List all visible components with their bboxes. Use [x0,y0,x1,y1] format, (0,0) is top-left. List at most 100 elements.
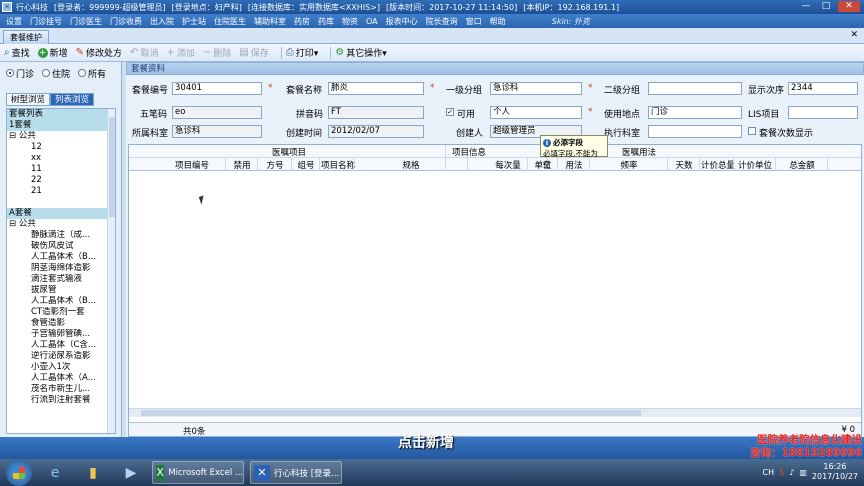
column-header[interactable]: 总金额 [777,159,827,171]
grid-horizontal-scrollbar[interactable] [129,408,861,417]
count-display-checkbox[interactable] [748,127,756,135]
tree-node[interactable]: 茂名市新生儿... [7,384,108,395]
volume-icon[interactable]: ♪ [789,468,794,477]
save-button[interactable]: ▤ 保存 [239,46,268,59]
group1-field[interactable]: 急诊科 [490,82,582,95]
column-header[interactable]: 禁用 [227,159,257,171]
place-field[interactable]: 门诊 [648,106,742,119]
tree-node[interactable]: 11 [7,164,108,175]
tree-node[interactable]: 拔尿管 [7,285,108,296]
menu-item-help[interactable]: 帮助 [486,16,510,27]
tree-node[interactable]: 人工晶体术（B... [7,296,108,307]
column-header[interactable]: 天数 [669,159,699,171]
tab-tree-view[interactable]: 树型浏览 [6,93,51,106]
wubi-field[interactable]: eo [172,106,262,119]
start-button[interactable] [6,459,32,486]
scroll-thumb[interactable] [141,410,641,416]
menu-item-admission[interactable]: 出入院 [146,16,178,27]
tree-node[interactable]: CT造影剂一套 [7,307,108,318]
group2-field[interactable] [648,82,742,95]
menu-item-nurse-station[interactable]: 护士站 [178,16,210,27]
minimize-button[interactable]: — [798,1,814,12]
add-button[interactable]: + 添加 [166,46,194,59]
tree-node[interactable]: A套餐 [7,208,108,219]
tree-scrollbar[interactable] [107,109,115,433]
tree-node[interactable]: 食管造影 [7,318,108,329]
column-header[interactable]: 方号 [259,159,291,171]
close-window-button[interactable]: ✕ [838,1,860,12]
skin-selector[interactable]: Skin: 扑克 [548,16,594,27]
tree-node[interactable]: xx [7,153,108,164]
tree-node[interactable]: 行流到注射套餐 [7,395,108,406]
menu-item-outpatient-doctor[interactable]: 门诊医生 [66,16,106,27]
name-field[interactable]: 肺炎 [328,82,424,95]
taskbar-excel[interactable]: X Microsoft Excel ... [152,461,244,484]
scroll-thumb[interactable] [109,117,115,217]
menu-item-pharmacy[interactable]: 药房 [290,16,314,27]
tree-node[interactable]: 12 [7,142,108,153]
folder-icon[interactable]: ▮ [78,462,108,484]
tree-node[interactable]: 阴茎海绵体造影 [7,263,108,274]
column-header[interactable]: 组号 [293,159,319,171]
network-icon[interactable]: ▥ [799,468,807,477]
order-field[interactable]: 2344 [788,82,858,95]
usable-checkbox[interactable]: ✓ [446,108,454,116]
new-button[interactable]: + 新增 [37,46,68,59]
column-header[interactable]: 计价总量 [701,159,735,171]
input-language[interactable]: CH [763,468,775,477]
exec-dept-field[interactable] [648,125,742,138]
other-operations-button[interactable]: ⚙ 其它操作▾ [335,46,387,59]
tab-package-maintenance[interactable]: 套餐维护 [3,30,49,44]
personal-field[interactable]: 个人 [490,106,582,119]
tree-node[interactable]: 逆行泌尿系造影 [7,351,108,362]
cancel-button[interactable]: ↶ 取消 [130,46,158,59]
menu-item-report-center[interactable]: 报表中心 [382,16,422,27]
taskbar-hospital-app[interactable]: ✕ 行心科技 [登录... [250,461,342,484]
column-header[interactable]: 每次量 [489,159,527,171]
menu-item-inpatient-doctor[interactable]: 住院医生 [210,16,250,27]
column-header[interactable]: 规格 [355,159,467,171]
radio-outpatient[interactable]: 门诊 [6,67,34,80]
tree-node[interactable]: 1套餐 [7,120,108,131]
radio-inpatient[interactable]: 住院 [42,67,70,80]
tree-node[interactable]: 人工晶体术（B... [7,252,108,263]
video-player-icon[interactable]: ▶ [116,462,146,484]
maximize-button[interactable]: □ [818,1,834,12]
delete-button[interactable]: − 删除 [203,46,231,59]
menu-item-outpatient-charge[interactable]: 门诊收费 [106,16,146,27]
tree-node[interactable]: 小壶入1次 [7,362,108,373]
column-header[interactable]: 计价单位 [735,159,775,171]
menu-item-outpatient-register[interactable]: 门诊挂号 [26,16,66,27]
tree-node[interactable]: 破伤风皮试 [7,241,108,252]
pinyin-field[interactable]: FT [328,106,424,119]
tree-node[interactable]: 滴注套式输液 [7,274,108,285]
menu-item-oa[interactable]: OA [362,17,382,26]
tree-node[interactable]: 子宫输卵管碘... [7,329,108,340]
tree-node[interactable]: 套餐列表 [7,109,108,120]
column-header[interactable]: 项目编号 [159,159,225,171]
tab-list-view[interactable]: 列表浏览 [50,93,95,106]
menu-item-settings[interactable]: 设置 [2,16,26,27]
edit-prescription-button[interactable]: ✎ 修改处方 [76,46,122,59]
menu-item-director-query[interactable]: 院长查询 [422,16,462,27]
tree-node[interactable] [7,197,108,208]
tree-node[interactable]: ⊟ 公共 [7,131,108,142]
tree-node[interactable]: ⊟ 公共 [7,219,108,230]
find-button[interactable]: ⌕ 查找 [4,46,30,59]
column-header[interactable]: 项目名称 [321,159,355,171]
lis-field[interactable] [788,106,858,119]
code-field[interactable]: 30401 [172,82,262,95]
tree-node[interactable]: 21 [7,186,108,197]
menu-item-drug-store[interactable]: 药库 [314,16,338,27]
menu-item-auxiliary-dept[interactable]: 辅助科室 [250,16,290,27]
menu-item-materials[interactable]: 物资 [338,16,362,27]
close-tab-icon[interactable]: ✕ [850,30,858,40]
radio-all[interactable]: 所有 [78,67,106,80]
created-date-field[interactable]: 2012/02/07 [328,125,424,138]
print-button[interactable]: ⎙ 打印▾ [286,46,319,59]
tree-node[interactable]: 人工晶体术（A... [7,373,108,384]
ie-browser-icon[interactable]: e [40,462,70,484]
tree-node[interactable]: 人工晶体（C含... [7,340,108,351]
tree-node[interactable]: 22 [7,175,108,186]
antivirus-icon[interactable]: S [779,468,784,477]
